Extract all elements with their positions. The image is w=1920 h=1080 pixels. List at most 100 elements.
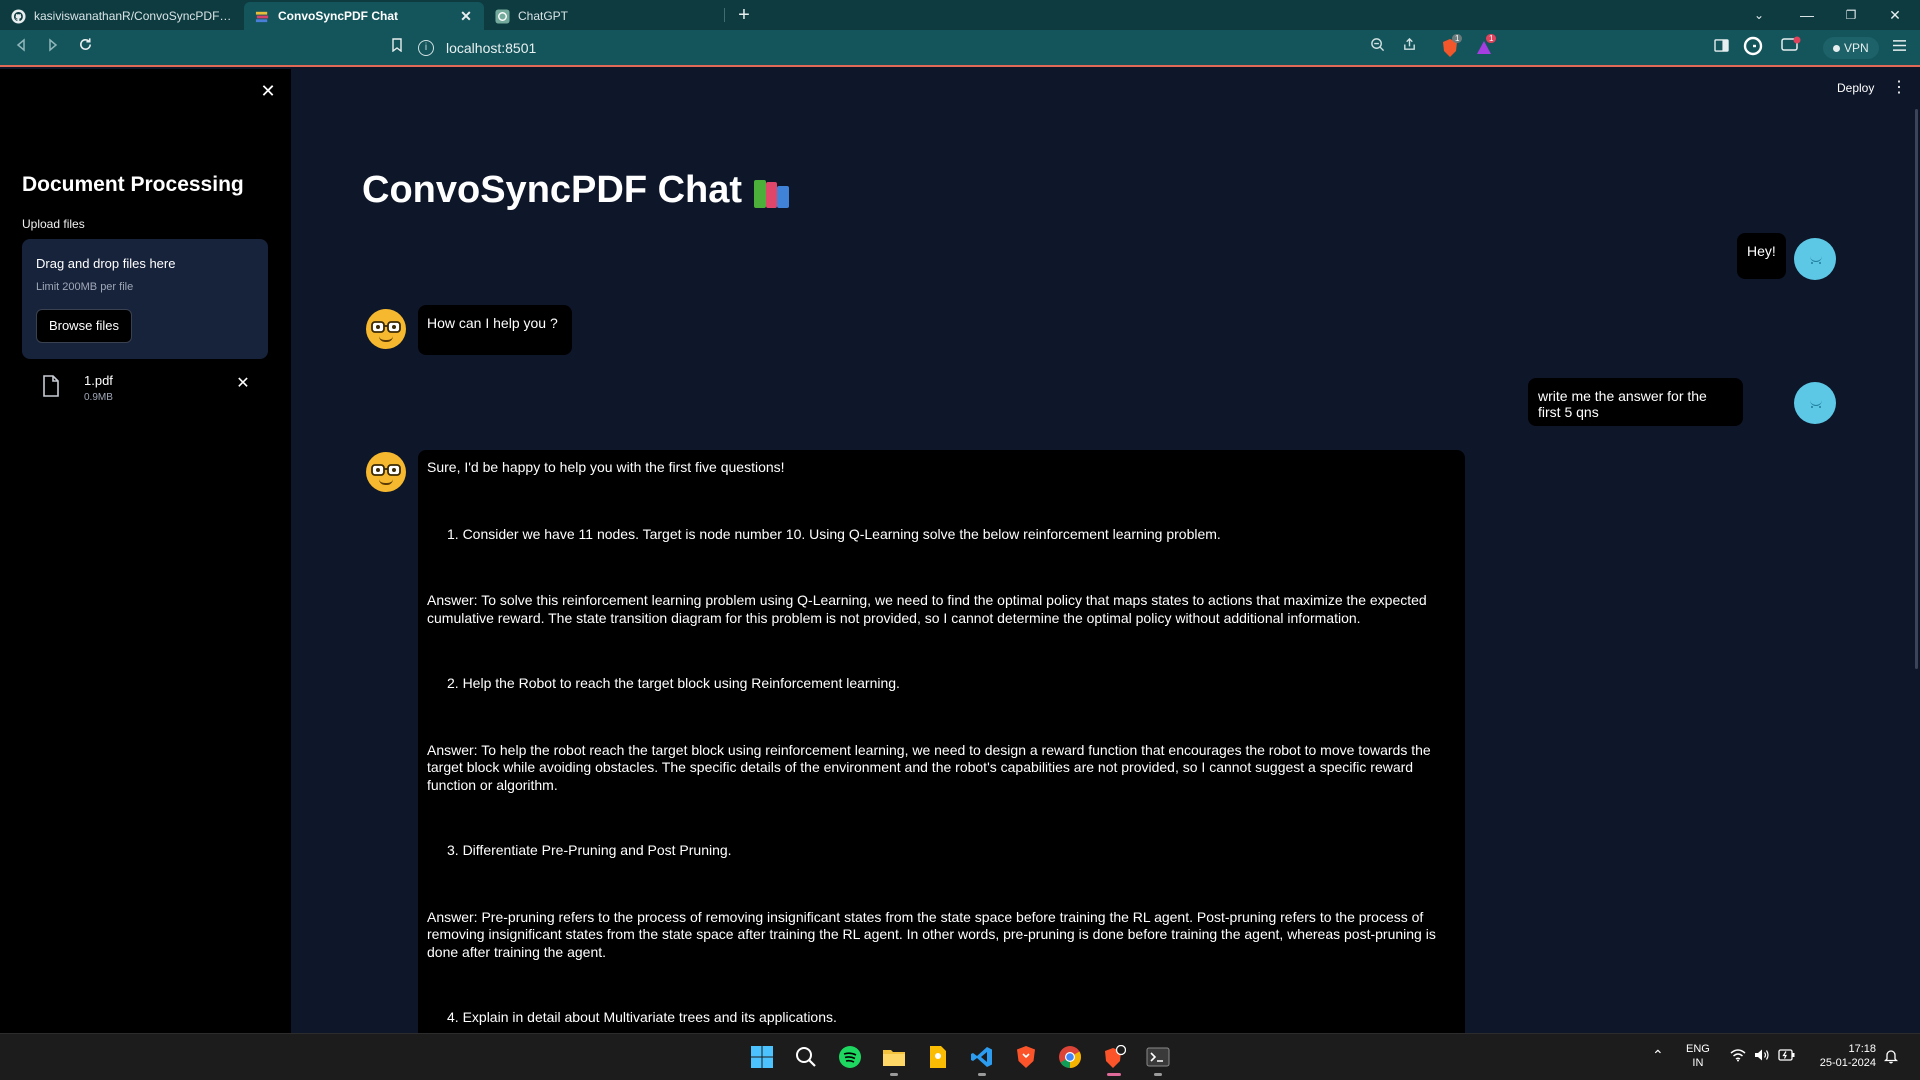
wifi-icon[interactable] — [1730, 1048, 1746, 1066]
file-name: 1.pdf — [84, 373, 113, 388]
chrome-icon[interactable] — [1054, 1041, 1086, 1073]
notification-bell-icon[interactable] — [1883, 1048, 1899, 1068]
uploaded-file: 1.pdf 0.9MB ✕ — [22, 365, 268, 409]
tab-label: ConvoSyncPDF Chat — [278, 9, 399, 23]
avatar-mouth — [379, 479, 393, 485]
file-dropzone[interactable]: Drag and drop files here Limit 200MB per… — [22, 239, 268, 359]
windows-taskbar: ⌃ ENG IN 17:18 25-01-2024 — [0, 1033, 1920, 1080]
brave-beta-icon[interactable] — [1098, 1041, 1130, 1076]
back-icon[interactable] — [8, 36, 34, 60]
glasses-icon — [371, 321, 401, 333]
windows-start-icon[interactable] — [746, 1041, 778, 1073]
language-line2: IN — [1692, 1057, 1704, 1069]
tab-github[interactable]: kasiviswanathanR/ConvoSyncPDF-Chat — [0, 2, 244, 30]
user-message-2: write me the answer for the first 5 qns — [1528, 378, 1743, 426]
answer-1: Answer: To solve this reinforcement lear… — [427, 592, 1427, 626]
search-icon[interactable] — [790, 1041, 822, 1073]
assistant-message-1: How can I help you ? — [418, 305, 572, 355]
clock-time: 17:18 — [1848, 1043, 1876, 1055]
upload-label: Upload files — [22, 217, 85, 231]
tab-convosyncpdf-chat[interactable]: ConvoSyncPDF Chat ✕ — [244, 2, 484, 30]
assistant-message-text: How can I help you ? — [427, 315, 558, 331]
shields-count: 1 — [1452, 34, 1463, 43]
volume-icon[interactable] — [1754, 1048, 1770, 1066]
vpn-status-icon — [1833, 45, 1840, 52]
browser-toolbar: i localhost:8501 1 1 VPN — [0, 30, 1920, 67]
sidebar: ✕ Document Processing Upload files Drag … — [0, 69, 291, 1033]
tab-chatgpt[interactable]: ChatGPT — [484, 2, 724, 30]
zoom-out-icon[interactable] — [1364, 36, 1390, 60]
avatar-mouth — [379, 336, 393, 342]
main-scrollbar[interactable] — [1915, 109, 1918, 669]
vpn-button[interactable]: VPN — [1823, 37, 1879, 59]
address-bar[interactable]: i localhost:8501 — [418, 35, 1498, 61]
tab-separator — [724, 8, 725, 22]
new-tab-button[interactable]: + — [733, 4, 755, 26]
close-window-icon[interactable]: ✕ — [1882, 4, 1908, 26]
answer-intro: Sure, I'd be happy to help you with the … — [427, 459, 785, 475]
chatgpt-icon — [494, 8, 510, 24]
question-3: 3. Differentiate Pre-Pruning and Post Pr… — [447, 842, 732, 858]
user-message-text: write me the answer for the first 5 qns — [1538, 388, 1707, 420]
question-1: 1. Consider we have 11 nodes. Target is … — [447, 525, 1221, 542]
sidebar-title: Document Processing — [22, 173, 244, 196]
page-title: ConvoSyncPDF Chat — [362, 169, 794, 212]
answer-3: Answer: Pre-pruning refers to the proces… — [427, 908, 1436, 960]
page-title-text: ConvoSyncPDF Chat — [362, 169, 743, 211]
file-explorer-icon[interactable] — [878, 1041, 910, 1076]
forward-icon[interactable] — [40, 36, 66, 60]
user-avatar-icon — [1794, 238, 1836, 280]
clock-date: 25-01-2024 — [1819, 1057, 1876, 1069]
spotify-icon[interactable] — [834, 1041, 866, 1073]
answer-2: Answer: To help the robot reach the targ… — [427, 741, 1431, 793]
remove-file-icon[interactable]: ✕ — [234, 375, 252, 393]
running-indicator — [978, 1073, 986, 1076]
bookmark-icon[interactable] — [384, 36, 410, 60]
sidebar-toggle-icon[interactable] — [1708, 36, 1734, 60]
menu-icon[interactable] — [1886, 36, 1912, 60]
glasses-icon — [371, 464, 401, 476]
books-icon — [752, 172, 794, 210]
close-tab-icon[interactable]: ✕ — [458, 8, 474, 25]
tab-label: ChatGPT — [518, 9, 569, 23]
brave-shields-icon[interactable]: 1 — [1438, 34, 1463, 60]
active-indicator — [1107, 1073, 1121, 1076]
vscode-icon[interactable] — [966, 1041, 998, 1076]
deploy-button[interactable]: Deploy — [1837, 81, 1874, 95]
running-indicator — [890, 1073, 898, 1076]
assistant-message-2: Sure, I'd be happy to help you with the … — [418, 450, 1465, 1033]
tab-search-chevron-icon[interactable]: ⌄ — [1746, 4, 1772, 26]
show-hidden-icons-chevron[interactable]: ⌃ — [1652, 1048, 1664, 1062]
question-2: 2. Help the Robot to reach the target bl… — [447, 675, 900, 691]
vpn-label: VPN — [1844, 41, 1869, 55]
battery-icon[interactable] — [1778, 1048, 1796, 1066]
restore-icon[interactable]: ❐ — [1838, 4, 1864, 26]
user-message-1: Hey! — [1737, 233, 1786, 279]
grammarly-icon[interactable] — [1740, 36, 1766, 60]
terminal-icon[interactable] — [1142, 1041, 1174, 1076]
dropzone-title: Drag and drop files here — [36, 256, 176, 271]
brave-rewards-icon[interactable]: 1 — [1472, 34, 1497, 60]
main-menu-icon[interactable]: ⋮ — [1891, 79, 1907, 97]
user-avatar-icon — [1794, 382, 1836, 424]
close-sidebar-icon[interactable]: ✕ — [258, 81, 278, 101]
question-4: 4. Explain in detail about Multivariate … — [447, 1009, 837, 1025]
clock[interactable]: 17:18 25-01-2024 — [1812, 1042, 1876, 1070]
reload-icon[interactable] — [72, 36, 98, 60]
url-text: localhost:8501 — [446, 40, 537, 56]
browse-files-button[interactable]: Browse files — [36, 309, 132, 343]
wallet-icon[interactable] — [1778, 36, 1804, 60]
language-line1: ENG — [1686, 1043, 1710, 1055]
share-icon[interactable] — [1396, 36, 1422, 60]
browser-tab-bar: kasiviswanathanR/ConvoSyncPDF-Chat Convo… — [0, 0, 1920, 30]
language-indicator[interactable]: ENG IN — [1686, 1042, 1710, 1070]
main-content: Deploy ⋮ ConvoSyncPDF Chat Hey! How can … — [291, 69, 1920, 1033]
assistant-avatar-icon — [366, 309, 406, 349]
keep-notes-icon[interactable] — [922, 1041, 954, 1073]
streamlit-icon — [254, 8, 270, 24]
brave-icon[interactable] — [1010, 1041, 1042, 1073]
minimize-icon[interactable]: — — [1794, 4, 1820, 26]
file-icon — [42, 375, 60, 397]
github-icon — [10, 8, 26, 24]
site-info-icon[interactable]: i — [418, 40, 434, 56]
